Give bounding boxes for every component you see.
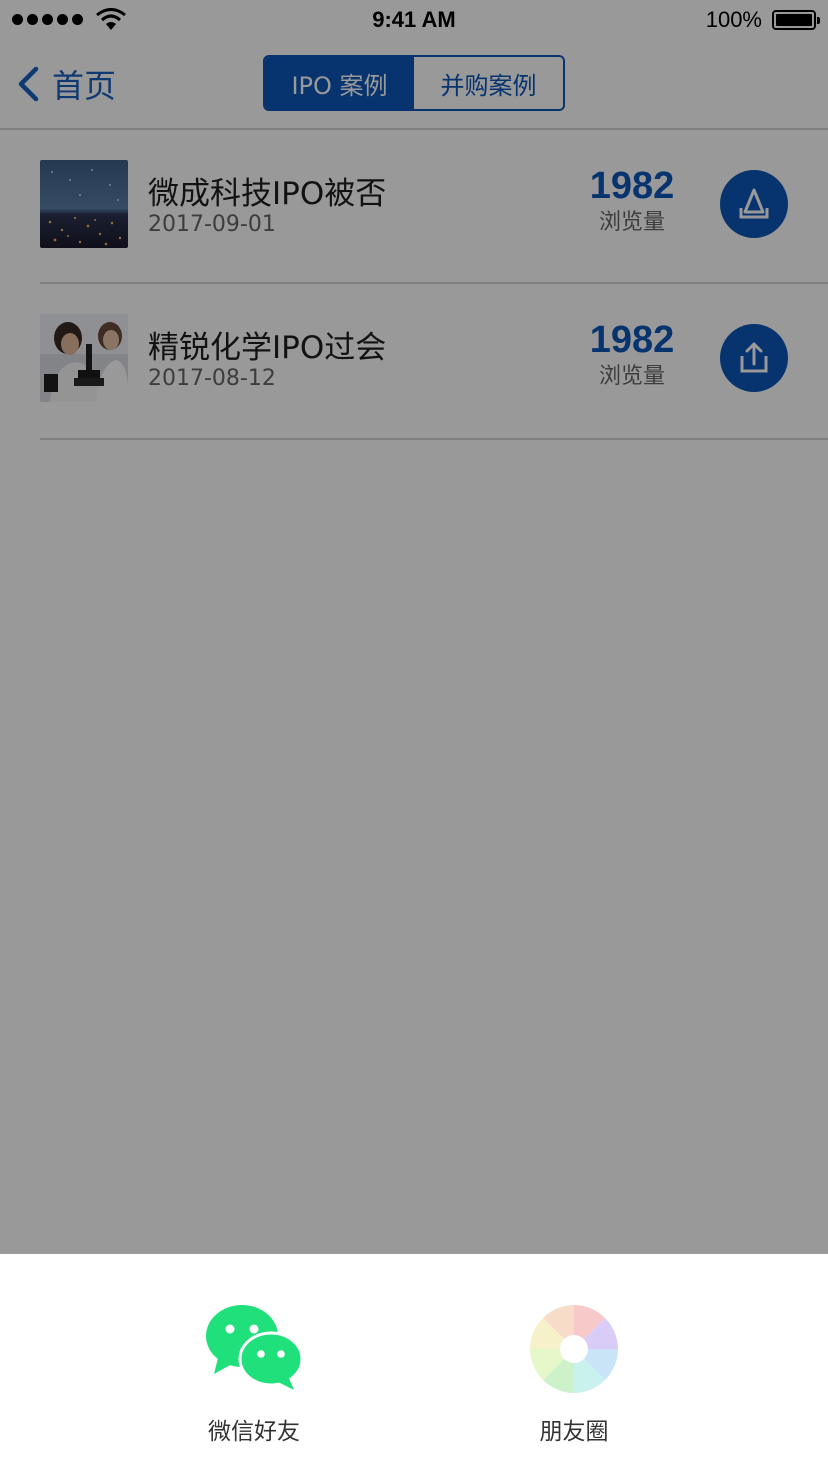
wechat-icon	[206, 1305, 304, 1390]
share-option-label: 微信好友	[208, 1419, 300, 1445]
share-option-wechat-friends[interactable]: 微信好友	[174, 1304, 334, 1446]
moments-icon	[530, 1305, 618, 1393]
screen: 9:41 AM 100% 首页 IPO 案例 并购案例 微成科技IPO被否 20…	[0, 0, 828, 1472]
share-sheet: 微信好友 朋友圈	[0, 1254, 828, 1472]
share-option-moments[interactable]: 朋友圈	[494, 1304, 654, 1446]
modal-dim-overlay[interactable]	[0, 0, 828, 1254]
share-option-label: 朋友圈	[539, 1419, 609, 1445]
